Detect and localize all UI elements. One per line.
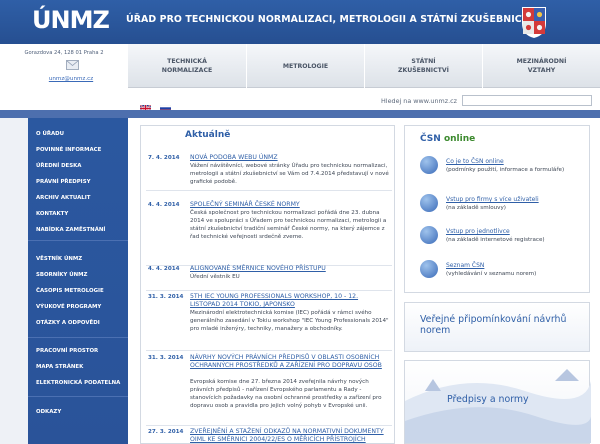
nav-label-line2: ZKUŠEBNICTVÍ — [398, 67, 449, 74]
divider-stripe — [0, 110, 600, 118]
news-body: Česká společnost pro technickou normaliz… — [190, 210, 387, 240]
news-body: Vážení návštěvníci, webové stránky Úřadu… — [190, 163, 389, 185]
csn-link-description: (podmínky použití, informace a formuláře… — [446, 167, 565, 173]
regulations-label[interactable]: Předpisy a normy — [447, 394, 529, 405]
csn-link-description: (na základě smlouvy) — [446, 205, 506, 211]
sidebar-divider — [28, 396, 128, 397]
sidebar-item[interactable]: PRACOVNÍ PROSTOR — [36, 348, 98, 354]
csn-online-title: ČSN online — [420, 134, 475, 144]
sidebar-item[interactable]: NABÍDKA ZAMĚSTNÁNÍ — [36, 227, 105, 233]
left-gutter — [0, 118, 28, 444]
nav-label-line1: STÁTNÍ — [411, 58, 436, 65]
news-date: 31. 3. 2014 — [148, 294, 184, 300]
user-globe-icon[interactable] — [420, 226, 438, 244]
users-globe-icon[interactable] — [420, 194, 438, 212]
sidebar-item[interactable]: OTÁZKY A ODPOVĚDI — [36, 320, 100, 326]
news-title: Aktuálně — [185, 130, 231, 140]
sidebar-item[interactable]: ČASOPIS METROLOGIE — [36, 288, 104, 294]
news-date: 4. 4. 2014 — [148, 266, 180, 272]
list-globe-icon[interactable] — [420, 260, 438, 278]
sidebar-divider — [28, 337, 128, 338]
news-date: 31. 3. 2014 — [148, 355, 184, 361]
csn-link-description: (na základě internetové registrace) — [446, 237, 545, 243]
public-comment-label[interactable]: Veřejné připomínkování návrhů norem — [420, 314, 570, 336]
news-headline-link[interactable]: ALIGNOVANÉ SMĚRNICE NOVÉHO PŘÍSTUPU — [190, 265, 390, 273]
news-headline-link[interactable]: NOVÁ PODOBA WEBU ÚNMZ — [190, 154, 390, 162]
nav-technicka-normalizace[interactable]: TECHNICKÁ NORMALIZACE — [128, 44, 246, 88]
email-link[interactable]: unmz@unmz.cz — [6, 76, 136, 82]
csn-link[interactable]: Vstup pro jednotlivce — [446, 228, 510, 235]
sidebar-item[interactable]: SBORNÍKY ÚNMZ — [36, 272, 87, 278]
sidebar-item[interactable]: PRÁVNÍ PŘEDPISY — [36, 179, 90, 185]
news-body: Mezinárodní elektrotechnická komise (IEC… — [190, 310, 389, 332]
nav-mezinarodni-vztahy[interactable]: MEZINÁRODNÍ VZTAHY — [482, 44, 600, 88]
csn-link[interactable]: Seznam ČSN — [446, 262, 484, 269]
news-date: 4. 4. 2014 — [148, 202, 180, 208]
news-body: Úřední věstník EU — [190, 274, 240, 280]
search-input[interactable] — [462, 95, 592, 106]
coat-of-arms-icon — [522, 7, 546, 38]
logo-text: ÚNMZ — [32, 6, 110, 34]
csn-title-main: ČSN — [420, 134, 441, 144]
nav-label-line1: METROLOGIE — [282, 62, 329, 70]
search-label: Hledej na www.unmz.cz — [381, 97, 458, 105]
sidebar-item[interactable]: ODKAZY — [36, 409, 61, 415]
sidebar-item[interactable]: POVINNÉ INFORMACE — [36, 147, 101, 153]
csn-link[interactable]: Vstup pro firmy s více uživateli — [446, 196, 539, 203]
nav-statni-zkusebnictvi[interactable]: STÁTNÍ ZKUŠEBNICTVÍ — [364, 44, 482, 88]
news-date: 7. 4. 2014 — [148, 155, 180, 161]
header-title: ÚŘAD PRO TECHNICKOU NORMALIZACI, METROLO… — [126, 14, 540, 25]
address-text: Gorazdova 24, 128 01 Praha 2 — [24, 50, 104, 56]
top-navigation: TECHNICKÁ NORMALIZACE METROLOGIE STÁTNÍ ZK… — [128, 44, 600, 88]
sidebar-item[interactable]: KONTAKTY — [36, 211, 68, 217]
csn-title-accent: online — [443, 134, 476, 144]
nav-label-line1: TECHNICKÁ — [167, 58, 207, 65]
nav-label-line2: NORMALIZACE — [161, 67, 213, 74]
nav-metrologie[interactable]: METROLOGIE — [246, 44, 364, 88]
sidebar-item[interactable]: VĚSTNÍK ÚNMZ — [36, 256, 82, 262]
nav-label-line2: VZTAHY — [527, 67, 556, 74]
sidebar-item[interactable]: ELEKTRONICKÁ PODATELNA — [36, 380, 120, 386]
news-headline-link[interactable]: ZVEŘEJNĚNÍ A STAŽENÍ ODKAZŮ NA NORMATIVN… — [190, 428, 390, 444]
news-separator — [146, 425, 392, 426]
news-separator — [146, 190, 392, 191]
envelope-icon[interactable] — [66, 60, 79, 70]
unmz-logo[interactable]: ÚNMZ — [32, 6, 110, 34]
info-globe-icon[interactable] — [420, 156, 438, 174]
news-separator — [146, 290, 392, 291]
sidebar-item[interactable]: VÝUKOVÉ PROGRAMY — [36, 304, 101, 310]
csn-link[interactable]: Co je to ČSN online — [446, 158, 504, 165]
news-separator — [146, 350, 392, 351]
news-headline-link[interactable]: SPOLEČNÝ SEMINÁŘ ČESKÉ NORMY — [190, 201, 390, 209]
news-date: 27. 3. 2014 — [148, 429, 184, 435]
sidebar-item[interactable]: ÚŘEDNÍ DESKA — [36, 163, 81, 169]
news-body: Evropská komise dne 27. března 2014 zveř… — [190, 379, 382, 409]
news-headline-link[interactable]: 5TH IEC YOUNG PROFESSIONALS WORKSHOP, 10… — [190, 293, 390, 309]
nav-label-line1: MEZINÁRODNÍ — [516, 58, 567, 65]
sidebar-item[interactable]: MAPA STRÁNEK — [36, 364, 83, 370]
sidebar-divider — [28, 240, 128, 241]
sidebar-item[interactable]: O ÚŘADU — [36, 131, 64, 137]
news-headline-link[interactable]: NÁVRHY NOVÝCH PRÁVNÍCH PŘEDPISŮ V OBLAST… — [190, 354, 390, 370]
sidebar-item[interactable]: ARCHIV AKTUALIT — [36, 195, 90, 201]
site-header: ÚNMZ ÚŘAD PRO TECHNICKOU NORMALIZACI, ME… — [0, 0, 600, 44]
csn-link-description: (vyhledávání v seznamu norem) — [446, 271, 537, 277]
